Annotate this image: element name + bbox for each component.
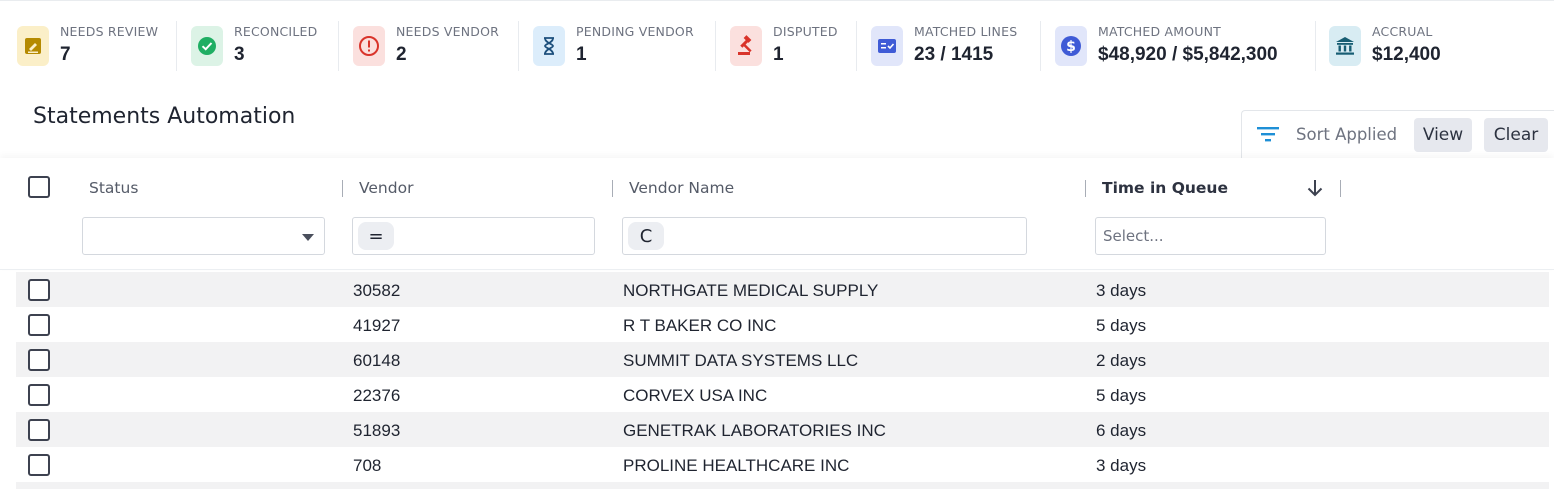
view-sort-button[interactable]: View bbox=[1414, 118, 1472, 152]
row-checkbox[interactable] bbox=[28, 419, 50, 441]
checklist-icon bbox=[871, 26, 903, 66]
column-header-time-in-queue[interactable]: Time in Queue bbox=[1102, 179, 1228, 197]
sort-applied-bar: Sort Applied View Clear bbox=[1241, 110, 1554, 158]
kpi-value: 1 bbox=[773, 44, 784, 65]
kpi-label: NEEDS REVIEW bbox=[60, 24, 159, 39]
kpi-value: 7 bbox=[60, 44, 71, 65]
cell-time-in-queue: 2 days bbox=[1096, 351, 1147, 370]
cell-time-in-queue: 5 days bbox=[1096, 386, 1147, 405]
table-row[interactable]: 41927 R T BAKER CO INC 5 days bbox=[16, 307, 1549, 342]
table-header: Status Vendor Vendor Name Time in Queue … bbox=[0, 158, 1554, 270]
statements-automation-app: NEEDS REVIEW 7 RECONCILED 3 NEEDS VENDOR… bbox=[0, 0, 1554, 489]
cell-time-in-queue: 6 days bbox=[1096, 421, 1147, 440]
kpi-divider bbox=[338, 21, 339, 71]
cell-vendor: 30582 bbox=[353, 281, 401, 300]
pencil-square-icon bbox=[17, 26, 49, 66]
kpi-label: MATCHED LINES bbox=[914, 24, 1018, 39]
kpi-divider bbox=[176, 21, 177, 71]
cell-vendor-name: PROLINE HEALTHCARE INC bbox=[623, 456, 850, 475]
kpi-divider bbox=[1315, 21, 1316, 71]
kpi-label: PENDING VENDOR bbox=[576, 24, 694, 39]
check-circle-icon bbox=[191, 26, 223, 66]
alert-circle-icon bbox=[353, 26, 385, 66]
column-resize-handle[interactable] bbox=[342, 180, 343, 197]
row-checkbox[interactable] bbox=[28, 349, 50, 371]
cell-vendor-name: SUMMIT DATA SYSTEMS LLC bbox=[623, 351, 859, 370]
cell-time-in-queue: 3 days bbox=[1096, 281, 1147, 300]
clear-sort-button[interactable]: Clear bbox=[1484, 118, 1548, 152]
sort-applied-label: Sort Applied bbox=[1296, 125, 1398, 144]
column-header-vendor-name[interactable]: Vendor Name bbox=[629, 179, 734, 197]
kpi-label: NEEDS VENDOR bbox=[396, 24, 500, 39]
cell-vendor-name: GENETRAK LABORATORIES INC bbox=[623, 421, 886, 440]
kpi-value: 23 / 1415 bbox=[914, 44, 994, 65]
kpi-value: $48,920 / $5,842,300 bbox=[1098, 44, 1278, 65]
cell-vendor: 708 bbox=[353, 456, 382, 475]
page-title: Statements Automation bbox=[33, 104, 296, 129]
vendor-filter-operator[interactable]: = bbox=[358, 222, 394, 250]
kpi-value: 3 bbox=[234, 44, 245, 65]
table-row[interactable]: 60148 SUMMIT DATA SYSTEMS LLC 2 days bbox=[16, 342, 1549, 377]
table-row[interactable]: 51893 GENETRAK LABORATORIES INC 6 days bbox=[16, 412, 1549, 447]
table-row-partial bbox=[16, 482, 1549, 489]
column-header-status[interactable]: Status bbox=[89, 179, 138, 197]
cell-vendor-name: NORTHGATE MEDICAL SUPPLY bbox=[623, 281, 879, 300]
kpi-value: 1 bbox=[576, 44, 587, 65]
cell-time-in-queue: 5 days bbox=[1096, 316, 1147, 335]
table-row[interactable]: 30582 NORTHGATE MEDICAL SUPPLY 3 days bbox=[16, 272, 1549, 307]
row-checkbox[interactable] bbox=[28, 384, 50, 406]
kpi-label: ACCRUAL bbox=[1372, 24, 1433, 39]
table-body: 30582 NORTHGATE MEDICAL SUPPLY 3 days 41… bbox=[16, 272, 1549, 489]
kpi-value: 2 bbox=[396, 44, 407, 65]
filter-icon[interactable] bbox=[1256, 123, 1280, 149]
column-resize-handle[interactable] bbox=[612, 180, 613, 197]
kpi-label: RECONCILED bbox=[234, 24, 318, 39]
column-resize-handle[interactable] bbox=[1340, 180, 1341, 197]
column-header-vendor[interactable]: Vendor bbox=[359, 179, 413, 197]
cell-vendor-name: CORVEX USA INC bbox=[623, 386, 768, 405]
gavel-icon bbox=[730, 26, 762, 66]
vendor-filter-input[interactable]: = bbox=[352, 217, 595, 255]
row-checkbox[interactable] bbox=[28, 314, 50, 336]
dollar-circle-icon: $ bbox=[1055, 26, 1087, 66]
vendor-name-filter-operator[interactable]: C bbox=[628, 222, 664, 250]
sort-descending-icon[interactable] bbox=[1306, 178, 1324, 202]
column-resize-handle[interactable] bbox=[1085, 180, 1086, 197]
bank-icon bbox=[1329, 26, 1361, 66]
cell-vendor: 60148 bbox=[353, 351, 401, 370]
row-checkbox[interactable] bbox=[28, 279, 50, 301]
kpi-divider bbox=[518, 21, 519, 71]
kpi-value: $12,400 bbox=[1372, 44, 1441, 65]
cell-vendor-name: R T BAKER CO INC bbox=[623, 316, 777, 335]
cell-vendor: 22376 bbox=[353, 386, 401, 405]
kpi-label: DISPUTED bbox=[773, 24, 838, 39]
kpi-label: MATCHED AMOUNT bbox=[1098, 24, 1222, 39]
chevron-down-icon bbox=[302, 234, 314, 241]
kpi-strip: NEEDS REVIEW 7 RECONCILED 3 NEEDS VENDOR… bbox=[0, 0, 1554, 82]
cell-vendor: 51893 bbox=[353, 421, 401, 440]
vendor-name-filter-input[interactable]: C bbox=[622, 217, 1027, 255]
kpi-divider bbox=[715, 21, 716, 71]
kpi-divider bbox=[1040, 21, 1041, 71]
svg-text:$: $ bbox=[1066, 39, 1076, 55]
time-in-queue-filter-placeholder: Select... bbox=[1103, 227, 1164, 245]
hourglass-icon bbox=[533, 26, 565, 66]
select-all-checkbox[interactable] bbox=[28, 176, 50, 198]
time-in-queue-filter-select[interactable]: Select... bbox=[1095, 217, 1326, 255]
status-filter-select[interactable] bbox=[82, 217, 325, 255]
cell-time-in-queue: 3 days bbox=[1096, 456, 1147, 475]
cell-vendor: 41927 bbox=[353, 316, 401, 335]
kpi-divider bbox=[856, 21, 857, 71]
table-row[interactable]: 22376 CORVEX USA INC 5 days bbox=[16, 377, 1549, 412]
table-row[interactable]: 708 PROLINE HEALTHCARE INC 3 days bbox=[16, 447, 1549, 482]
row-checkbox[interactable] bbox=[28, 454, 50, 476]
